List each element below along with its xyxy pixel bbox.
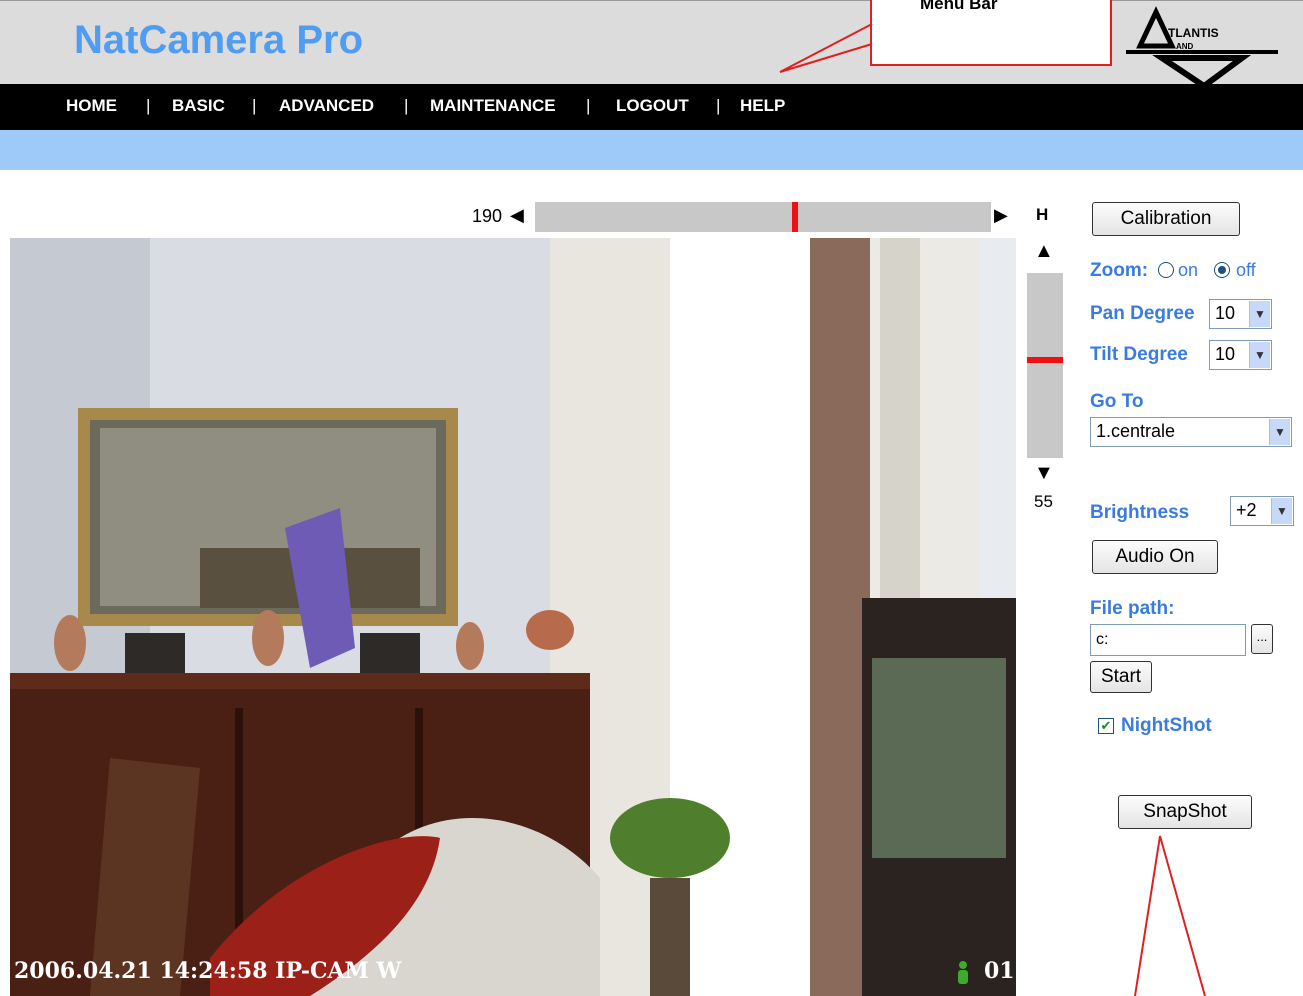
menu-basic[interactable]: BASIC bbox=[172, 96, 225, 116]
zoom-label: Zoom: bbox=[1090, 260, 1149, 281]
tilt-down-arrow-icon[interactable]: ▼ bbox=[1034, 462, 1054, 485]
pan-right-arrow-icon[interactable]: ▶ bbox=[994, 205, 1008, 226]
tilt-slider-track[interactable] bbox=[1027, 273, 1063, 458]
pan-slider-handle[interactable] bbox=[791, 202, 798, 232]
logo-text: TLANTIS bbox=[1168, 26, 1219, 40]
tilt-degree-value: 10 bbox=[1215, 344, 1236, 364]
tilt-up-arrow-icon[interactable]: ▲ bbox=[1034, 240, 1054, 263]
pan-degree-value: 10 bbox=[1215, 303, 1236, 323]
file-path-value: c: bbox=[1096, 631, 1109, 648]
audio-on-button[interactable]: Audio On bbox=[1092, 540, 1218, 574]
chevron-down-icon: ▼ bbox=[1271, 498, 1292, 524]
tilt-degree-label: Tilt Degree bbox=[1090, 344, 1188, 365]
snapshot-button[interactable]: SnapShot bbox=[1118, 795, 1252, 829]
chevron-down-icon: ▼ bbox=[1269, 419, 1290, 445]
goto-label: Go To bbox=[1090, 391, 1144, 412]
pan-degree-label: Pan Degree bbox=[1090, 303, 1195, 324]
camera-channel-number: 01 bbox=[984, 958, 1015, 984]
menu-separator: | bbox=[586, 96, 591, 115]
calibration-button[interactable]: Calibration bbox=[1092, 202, 1240, 236]
menu-separator: | bbox=[404, 96, 409, 115]
brightness-value: +2 bbox=[1236, 500, 1257, 520]
nightshot-label: NightShot bbox=[1121, 715, 1212, 736]
pan-home-label[interactable]: H bbox=[1036, 205, 1048, 225]
pan-left-arrow-icon[interactable]: ◀ bbox=[510, 205, 524, 226]
zoom-on-label: on bbox=[1178, 260, 1199, 280]
chevron-down-icon: ▼ bbox=[1249, 342, 1270, 368]
file-path-label: File path: bbox=[1090, 598, 1175, 619]
menu-separator: | bbox=[716, 96, 721, 115]
atlantis-logo bbox=[1126, 6, 1278, 88]
nightshot-checkbox[interactable]: ✔ bbox=[1098, 718, 1114, 734]
zoom-on-radio[interactable] bbox=[1158, 262, 1174, 278]
camera-video-feed[interactable] bbox=[10, 238, 1016, 996]
zoom-off-label: off bbox=[1236, 260, 1256, 280]
goto-value: 1.centrale bbox=[1096, 421, 1176, 441]
sub-header-bar bbox=[0, 130, 1303, 170]
pan-degree-select[interactable]: 10 ▼ bbox=[1209, 299, 1272, 329]
camera-timestamp-overlay: 2006.04.21 14:24:58 IP-CAM W bbox=[14, 958, 402, 984]
brightness-label: Brightness bbox=[1090, 502, 1190, 523]
pan-slider-track[interactable] bbox=[535, 202, 991, 232]
start-button[interactable]: Start bbox=[1090, 661, 1152, 693]
tilt-min-label: 55 bbox=[1034, 492, 1053, 511]
file-path-input[interactable]: c: bbox=[1090, 624, 1246, 656]
user-icon bbox=[958, 961, 968, 984]
menu-separator: | bbox=[252, 96, 257, 115]
menu-home[interactable]: HOME bbox=[66, 96, 117, 116]
chevron-down-icon: ▼ bbox=[1249, 301, 1270, 327]
menu-bar: HOME | BASIC | ADVANCED | MAINTENANCE | … bbox=[0, 84, 1303, 130]
menu-maintenance[interactable]: MAINTENANCE bbox=[430, 96, 556, 116]
menu-bar-callout-label: Menu Bar bbox=[920, 0, 998, 13]
browse-button[interactable]: ... bbox=[1251, 624, 1273, 654]
tilt-degree-select[interactable]: 10 ▼ bbox=[1209, 340, 1272, 370]
menu-help[interactable]: HELP bbox=[740, 96, 785, 116]
brightness-select[interactable]: +2 ▼ bbox=[1230, 496, 1294, 526]
pan-min-label: 190 bbox=[472, 206, 503, 226]
logo-subtext: AND bbox=[1176, 42, 1194, 51]
app-title: NatCamera Pro bbox=[74, 18, 364, 62]
zoom-off-radio[interactable] bbox=[1214, 262, 1230, 278]
tilt-slider-handle[interactable] bbox=[1027, 356, 1063, 363]
menu-logout[interactable]: LOGOUT bbox=[616, 96, 689, 116]
menu-separator: | bbox=[146, 96, 151, 115]
goto-select[interactable]: 1.centrale ▼ bbox=[1090, 417, 1292, 447]
menu-advanced[interactable]: ADVANCED bbox=[279, 96, 374, 116]
